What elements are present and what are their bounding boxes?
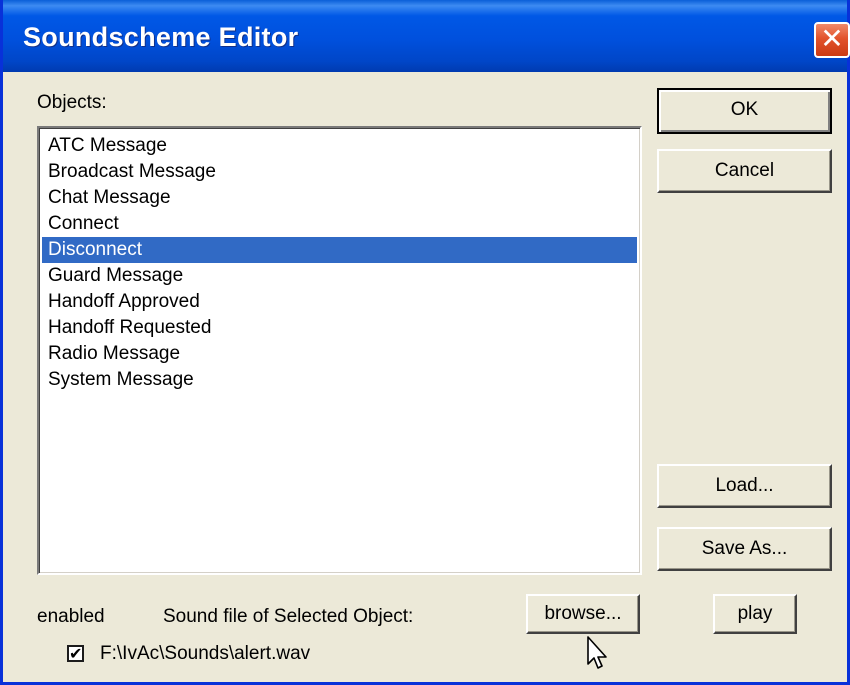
list-item-system-message[interactable]: System Message: [42, 367, 637, 393]
checkbox-check-icon: ✔: [69, 644, 83, 663]
list-item-broadcast-message[interactable]: Broadcast Message: [42, 159, 637, 185]
list-item-connect[interactable]: Connect: [42, 211, 637, 237]
save-as-button[interactable]: Save As...: [657, 527, 832, 571]
soundscheme-editor-window: Soundscheme Editor ✕ Objects: ATC Messag…: [0, 0, 850, 685]
load-button[interactable]: Load...: [657, 464, 832, 508]
ok-button[interactable]: OK: [657, 88, 832, 134]
objects-label: Objects:: [37, 92, 107, 113]
play-button[interactable]: play: [713, 594, 797, 634]
enabled-label: enabled: [37, 606, 105, 627]
dialog-body: Objects: ATC Message Broadcast Message C…: [3, 72, 847, 682]
list-item-guard-message[interactable]: Guard Message: [42, 263, 637, 289]
mouse-pointer-icon: [587, 636, 607, 669]
close-button[interactable]: ✕: [814, 22, 850, 58]
title-bar[interactable]: Soundscheme Editor ✕: [3, 0, 850, 72]
close-icon: ✕: [820, 22, 844, 55]
browse-button[interactable]: browse...: [526, 594, 640, 634]
list-item-chat-message[interactable]: Chat Message: [42, 185, 637, 211]
window-title: Soundscheme Editor: [23, 22, 299, 52]
cancel-button[interactable]: Cancel: [657, 149, 832, 193]
enabled-checkbox[interactable]: ✔: [67, 645, 84, 662]
list-item-disconnect[interactable]: Disconnect: [42, 237, 637, 263]
list-item-atc-message[interactable]: ATC Message: [42, 133, 637, 159]
list-item-handoff-requested[interactable]: Handoff Requested: [42, 315, 637, 341]
sound-file-path: F:\IvAc\Sounds\alert.wav: [100, 643, 311, 664]
objects-listbox[interactable]: ATC Message Broadcast Message Chat Messa…: [37, 126, 642, 575]
sound-file-label: Sound file of Selected Object:: [163, 606, 414, 627]
list-item-handoff-approved[interactable]: Handoff Approved: [42, 289, 637, 315]
list-item-radio-message[interactable]: Radio Message: [42, 341, 637, 367]
